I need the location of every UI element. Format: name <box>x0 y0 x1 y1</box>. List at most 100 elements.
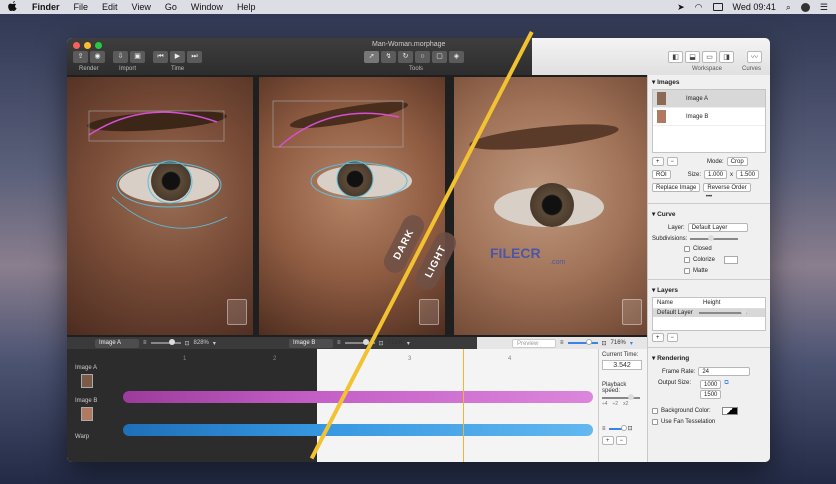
layers-section-title[interactable]: ▾ Layers <box>648 283 770 297</box>
viewport-preview[interactable] <box>454 77 647 335</box>
workspace-center-button[interactable]: ▭ <box>702 51 717 63</box>
preview-mode-select[interactable]: Preview <box>512 338 556 348</box>
workspace-right-button[interactable]: ◨ <box>719 51 734 63</box>
apple-menu-icon[interactable] <box>8 0 18 14</box>
preview-fit-icon[interactable]: ⊡ <box>602 340 607 347</box>
more-icon[interactable]: ••• <box>648 194 770 200</box>
fan-tesselation-checkbox[interactable] <box>652 419 658 425</box>
preview-zoom-slider[interactable] <box>567 339 598 345</box>
rewind-button[interactable]: ⏮ <box>153 51 168 63</box>
subdivisions-slider[interactable] <box>690 235 739 241</box>
colorize-checkbox[interactable] <box>684 257 690 263</box>
ruler-tick-1: 1 <box>183 356 187 362</box>
playhead[interactable] <box>463 349 464 462</box>
add-keyframe-button[interactable]: + <box>602 436 614 445</box>
size-height-field[interactable]: 1.500 <box>736 170 760 179</box>
view-a-source-select[interactable]: Image A <box>95 338 139 348</box>
import-file-button[interactable]: ⇩ <box>113 51 128 63</box>
bezier-tool-icon[interactable]: ↻ <box>398 51 413 63</box>
remove-layer-button[interactable]: − <box>666 333 679 342</box>
menu-view[interactable]: View <box>132 2 151 12</box>
menu-edit[interactable]: Edit <box>102 2 118 12</box>
timeline-zoom-slider[interactable] <box>608 424 627 431</box>
title-bar-light: ◧ ⬓ ▭ ◨ Workspace 〰 Curves <box>532 38 770 75</box>
layers-col-height[interactable]: Height <box>703 300 720 306</box>
mode-select[interactable]: Crop <box>726 157 748 166</box>
matte-checkbox[interactable] <box>684 268 690 274</box>
tools-label: Tools <box>409 66 424 72</box>
render-camera-button[interactable]: ◉ <box>90 51 105 63</box>
location-icon[interactable]: ➤ <box>677 2 685 13</box>
workspace-left-button[interactable]: ◧ <box>668 51 683 63</box>
current-time-field[interactable]: 3.542 <box>602 360 642 370</box>
warp-track-bar[interactable] <box>123 424 593 436</box>
images-list[interactable]: Image A Image B <box>652 89 766 153</box>
mask-tool-icon[interactable]: ◈ <box>449 51 464 63</box>
aspect-lock-icon[interactable]: ⧉ <box>724 380 728 387</box>
wifi-icon[interactable]: ◠ <box>695 2 703 13</box>
clock[interactable]: Wed 09:41 <box>733 2 776 12</box>
menu-help[interactable]: Help <box>237 2 256 12</box>
bg-color-checkbox[interactable] <box>652 408 658 414</box>
zoom-button[interactable] <box>95 42 102 49</box>
rendering-section-title[interactable]: ▾ Rendering <box>648 351 770 365</box>
play-button[interactable]: ▶ <box>170 51 185 63</box>
timeline-fit-icon[interactable]: ⊡ <box>628 425 633 432</box>
notification-center-icon[interactable]: ☰ <box>820 2 828 13</box>
view-a-fit-icon[interactable]: ⊡ <box>185 340 190 347</box>
preview-zoom-stepper-icon[interactable]: ▾ <box>630 340 633 347</box>
output-height-field[interactable]: 1500 <box>700 390 722 399</box>
output-width-field[interactable]: 1000 <box>700 380 722 389</box>
size-width-field[interactable]: 1.000 <box>704 170 728 179</box>
curve-tool-icon[interactable]: ↯ <box>381 51 396 63</box>
roi-button[interactable]: ROI <box>652 170 671 179</box>
menu-file[interactable]: File <box>74 2 89 12</box>
replace-image-button[interactable]: Replace Image <box>652 183 701 192</box>
list-item[interactable]: Image B <box>653 108 765 126</box>
remove-image-button[interactable]: − <box>666 157 679 166</box>
app-menu[interactable]: Finder <box>32 2 60 12</box>
curves-button[interactable]: 〰 <box>747 51 762 63</box>
forward-button[interactable]: ⏭ <box>187 51 202 63</box>
bg-color-well[interactable] <box>721 407 738 415</box>
siri-icon[interactable] <box>800 2 810 12</box>
workspace-bottom-button[interactable]: ⬓ <box>685 51 700 63</box>
playback-speed-slider[interactable] <box>602 394 640 400</box>
reverse-order-button[interactable]: Reverse Order <box>703 183 751 192</box>
list-item[interactable]: Image A <box>653 90 765 108</box>
view-b-source-select[interactable]: Image B <box>289 338 333 348</box>
circle-tool-icon[interactable]: ○ <box>415 51 430 63</box>
remove-keyframe-button[interactable]: − <box>615 436 628 445</box>
colorize-color-well[interactable] <box>724 256 739 264</box>
layer-height-slider[interactable] <box>698 309 747 315</box>
layers-table[interactable]: Name Height Default Layer <box>652 297 766 331</box>
view-b-fit-icon[interactable]: ⊡ <box>379 340 384 347</box>
viewport-image-a[interactable] <box>67 77 253 335</box>
images-section-title[interactable]: ▾ Images <box>648 75 770 89</box>
viewport-image-b[interactable] <box>259 77 445 335</box>
curve-overlay[interactable] <box>67 77 253 335</box>
menu-window[interactable]: Window <box>191 2 223 12</box>
render-export-button[interactable]: ⇪ <box>73 51 88 63</box>
import-image-button[interactable]: ▣ <box>130 51 145 63</box>
search-icon[interactable]: ⌕ <box>786 2 791 13</box>
battery-icon[interactable] <box>712 3 723 11</box>
add-image-button[interactable]: + <box>652 157 664 166</box>
closed-checkbox[interactable] <box>684 246 690 252</box>
curve-layer-select[interactable]: Default Layer <box>687 223 748 232</box>
minimize-button[interactable] <box>84 42 91 49</box>
image-track-bar[interactable] <box>123 391 593 403</box>
rect-tool-icon[interactable]: ▢ <box>432 51 447 63</box>
menu-go[interactable]: Go <box>165 2 177 12</box>
frame-rate-select[interactable]: 24 <box>698 367 751 376</box>
table-row[interactable]: Default Layer <box>653 309 765 317</box>
close-button[interactable] <box>73 42 80 49</box>
view-a-zoom-slider[interactable] <box>150 339 181 345</box>
curve-overlay[interactable] <box>259 77 445 335</box>
view-b-zoom-stepper-icon[interactable]: ▾ <box>407 340 410 347</box>
curve-section-title[interactable]: ▾ Curve <box>648 207 770 221</box>
select-tool-icon[interactable]: ➚ <box>364 51 379 63</box>
layers-col-name[interactable]: Name <box>657 300 673 306</box>
add-layer-button[interactable]: + <box>652 333 664 342</box>
view-a-zoom-stepper-icon[interactable]: ▾ <box>213 340 216 347</box>
